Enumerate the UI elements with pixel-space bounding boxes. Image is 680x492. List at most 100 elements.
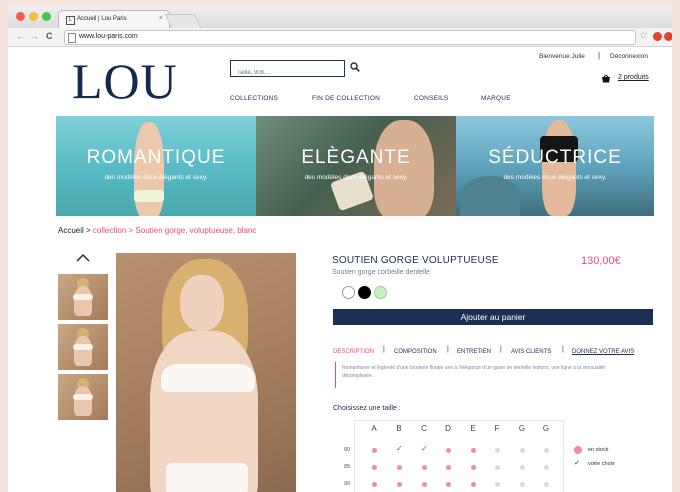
tab-entretien[interactable]: ENTRETIEN bbox=[457, 349, 491, 355]
banner-seductrice[interactable]: SÉDUCTRICE des modèles doux élégants et … bbox=[456, 116, 654, 216]
nav-conseils[interactable]: CONSEILS bbox=[414, 95, 448, 102]
size-in-stock-dot[interactable] bbox=[422, 465, 427, 470]
forward-icon[interactable]: → bbox=[30, 31, 39, 41]
nav-fin-de-collection[interactable]: FIN DE COLLECTION bbox=[312, 95, 380, 102]
legend-in-stock: en stock bbox=[588, 447, 609, 453]
size-in-stock-dot[interactable] bbox=[446, 482, 451, 487]
size-in-stock-dot[interactable] bbox=[446, 465, 451, 470]
size-in-stock-dot[interactable] bbox=[422, 482, 427, 487]
browser-window: L Accueil | Lou Paris × ← → C www.lou-pa… bbox=[8, 6, 672, 492]
size-column-header: C bbox=[421, 424, 427, 433]
size-column-header: A bbox=[371, 424, 377, 433]
site-logo[interactable]: LOU bbox=[72, 56, 178, 106]
banner-subtitle: des modèles doux élégants et sexy. bbox=[503, 174, 607, 181]
browser-toolbar: ← → C www.lou-paris.com ☆ bbox=[8, 28, 672, 47]
check-icon: ✓ bbox=[574, 460, 580, 467]
product-thumbnail[interactable] bbox=[58, 374, 108, 420]
address-bar[interactable]: www.lou-paris.com bbox=[64, 30, 636, 45]
size-column-header: B bbox=[396, 424, 402, 433]
model-photo bbox=[134, 190, 164, 202]
color-swatch[interactable] bbox=[374, 286, 387, 299]
tab-separator: | bbox=[447, 346, 449, 353]
agave-photo bbox=[460, 176, 520, 216]
tab-donnez-votre-avis[interactable]: DONNEZ VOTRE AVIS bbox=[572, 349, 634, 355]
product-title: SOUTIEN GORGE VOLUPTUEUSE bbox=[332, 255, 499, 266]
chevron-up-icon[interactable] bbox=[76, 254, 90, 262]
size-in-stock-dot[interactable] bbox=[471, 448, 476, 453]
tab-close-icon[interactable]: × bbox=[159, 15, 163, 22]
banner-elegante[interactable]: ELÈGANTE des modèles doux élégants et se… bbox=[256, 116, 456, 216]
extension-icon[interactable] bbox=[664, 32, 672, 41]
size-column-header: D bbox=[445, 424, 451, 433]
add-to-cart-button[interactable]: Ajouter au panier bbox=[333, 309, 653, 325]
size-row-header: 90 bbox=[344, 481, 351, 487]
product-thumbnail[interactable] bbox=[58, 324, 108, 370]
browser-titlebar: L Accueil | Lou Paris × bbox=[8, 6, 672, 29]
cart-icon[interactable] bbox=[601, 74, 611, 83]
tab-description[interactable]: DESCRIPTION bbox=[333, 349, 374, 355]
minimize-window-button[interactable] bbox=[29, 12, 38, 21]
size-column-header: G bbox=[542, 424, 550, 433]
size-in-stock-dot[interactable] bbox=[397, 482, 402, 487]
breadcrumb-product: Soutien gorge, voluptueuse, blanc bbox=[135, 226, 257, 235]
cart-link[interactable]: 2 produits bbox=[618, 74, 649, 81]
size-unavailable-dot bbox=[520, 482, 525, 487]
close-window-button[interactable] bbox=[16, 12, 25, 21]
size-in-stock-dot[interactable] bbox=[471, 465, 476, 470]
browser-tab[interactable]: L Accueil | Lou Paris × bbox=[58, 10, 170, 29]
size-selected-check-icon[interactable]: ✓ bbox=[396, 444, 403, 453]
product-subtitle: Soutien gorge corbeille dentelle bbox=[332, 269, 431, 276]
tab-composition[interactable]: COMPOSITION bbox=[394, 349, 437, 355]
banner-subtitle: des modèles doux élégants et sexy. bbox=[304, 174, 408, 181]
search-icon[interactable] bbox=[350, 62, 360, 72]
new-tab-button[interactable] bbox=[164, 14, 202, 28]
bookmark-star-icon[interactable]: ☆ bbox=[639, 30, 648, 41]
favicon-icon: L bbox=[66, 16, 75, 25]
search-input[interactable] bbox=[231, 65, 344, 81]
nav-collections[interactable]: COLLECTIONS bbox=[230, 95, 278, 102]
description-panel: Romantisme et légèreté d'une broderie fl… bbox=[335, 362, 631, 388]
color-swatch[interactable] bbox=[342, 286, 355, 299]
reload-icon[interactable]: C bbox=[46, 31, 53, 41]
size-unavailable-dot bbox=[495, 448, 500, 453]
tab-avis-clients[interactable]: AVIS CLIENTS bbox=[511, 349, 551, 355]
legend-your-choice: votre choix bbox=[588, 461, 615, 467]
size-in-stock-dot[interactable] bbox=[372, 482, 377, 487]
size-unavailable-dot bbox=[520, 465, 525, 470]
url-text: www.lou-paris.com bbox=[79, 33, 138, 40]
size-in-stock-dot[interactable] bbox=[471, 482, 476, 487]
back-icon[interactable]: ← bbox=[16, 31, 25, 41]
size-in-stock-dot[interactable] bbox=[372, 465, 377, 470]
tab-separator: | bbox=[500, 346, 502, 353]
product-main-image[interactable] bbox=[116, 253, 296, 492]
size-in-stock-dot[interactable] bbox=[372, 448, 377, 453]
product-thumbnail[interactable] bbox=[58, 274, 108, 320]
size-unavailable-dot bbox=[544, 465, 549, 470]
in-stock-legend-dot bbox=[574, 446, 582, 454]
color-swatch[interactable] bbox=[358, 286, 371, 299]
breadcrumb-home[interactable]: Accueil bbox=[58, 226, 84, 235]
zoom-window-button[interactable] bbox=[42, 12, 51, 21]
size-column-header: E bbox=[470, 424, 476, 433]
nav-marque[interactable]: MARQUE bbox=[481, 95, 511, 102]
banner-title: SÉDUCTRICE bbox=[488, 147, 622, 168]
size-in-stock-dot[interactable] bbox=[446, 448, 451, 453]
breadcrumb: Accueil > collection > Soutien gorge, vo… bbox=[58, 226, 256, 235]
page-icon bbox=[68, 33, 76, 43]
tab-title: Accueil | Lou Paris bbox=[77, 16, 127, 22]
size-unavailable-dot bbox=[495, 465, 500, 470]
search-box bbox=[230, 60, 345, 81]
welcome-text: Bienvenue Julie bbox=[539, 53, 585, 60]
size-in-stock-dot[interactable] bbox=[397, 465, 402, 470]
banner-romantique[interactable]: ROMANTIQUE des modèles doux élégants et … bbox=[56, 116, 256, 216]
size-unavailable-dot bbox=[495, 482, 500, 487]
size-selected-check-icon[interactable]: ✓ bbox=[421, 444, 428, 453]
breadcrumb-collection[interactable]: collection bbox=[93, 226, 126, 235]
extension-icon[interactable] bbox=[653, 32, 662, 41]
header-separator: | bbox=[598, 51, 601, 60]
product-price: 130,00€ bbox=[581, 255, 621, 267]
banner-title: ROMANTIQUE bbox=[86, 147, 226, 168]
size-column-header: F bbox=[494, 424, 500, 433]
logout-link[interactable]: Déconnexion bbox=[610, 53, 648, 60]
banner-subtitle: des modèles doux élégants et sexy. bbox=[104, 174, 208, 181]
